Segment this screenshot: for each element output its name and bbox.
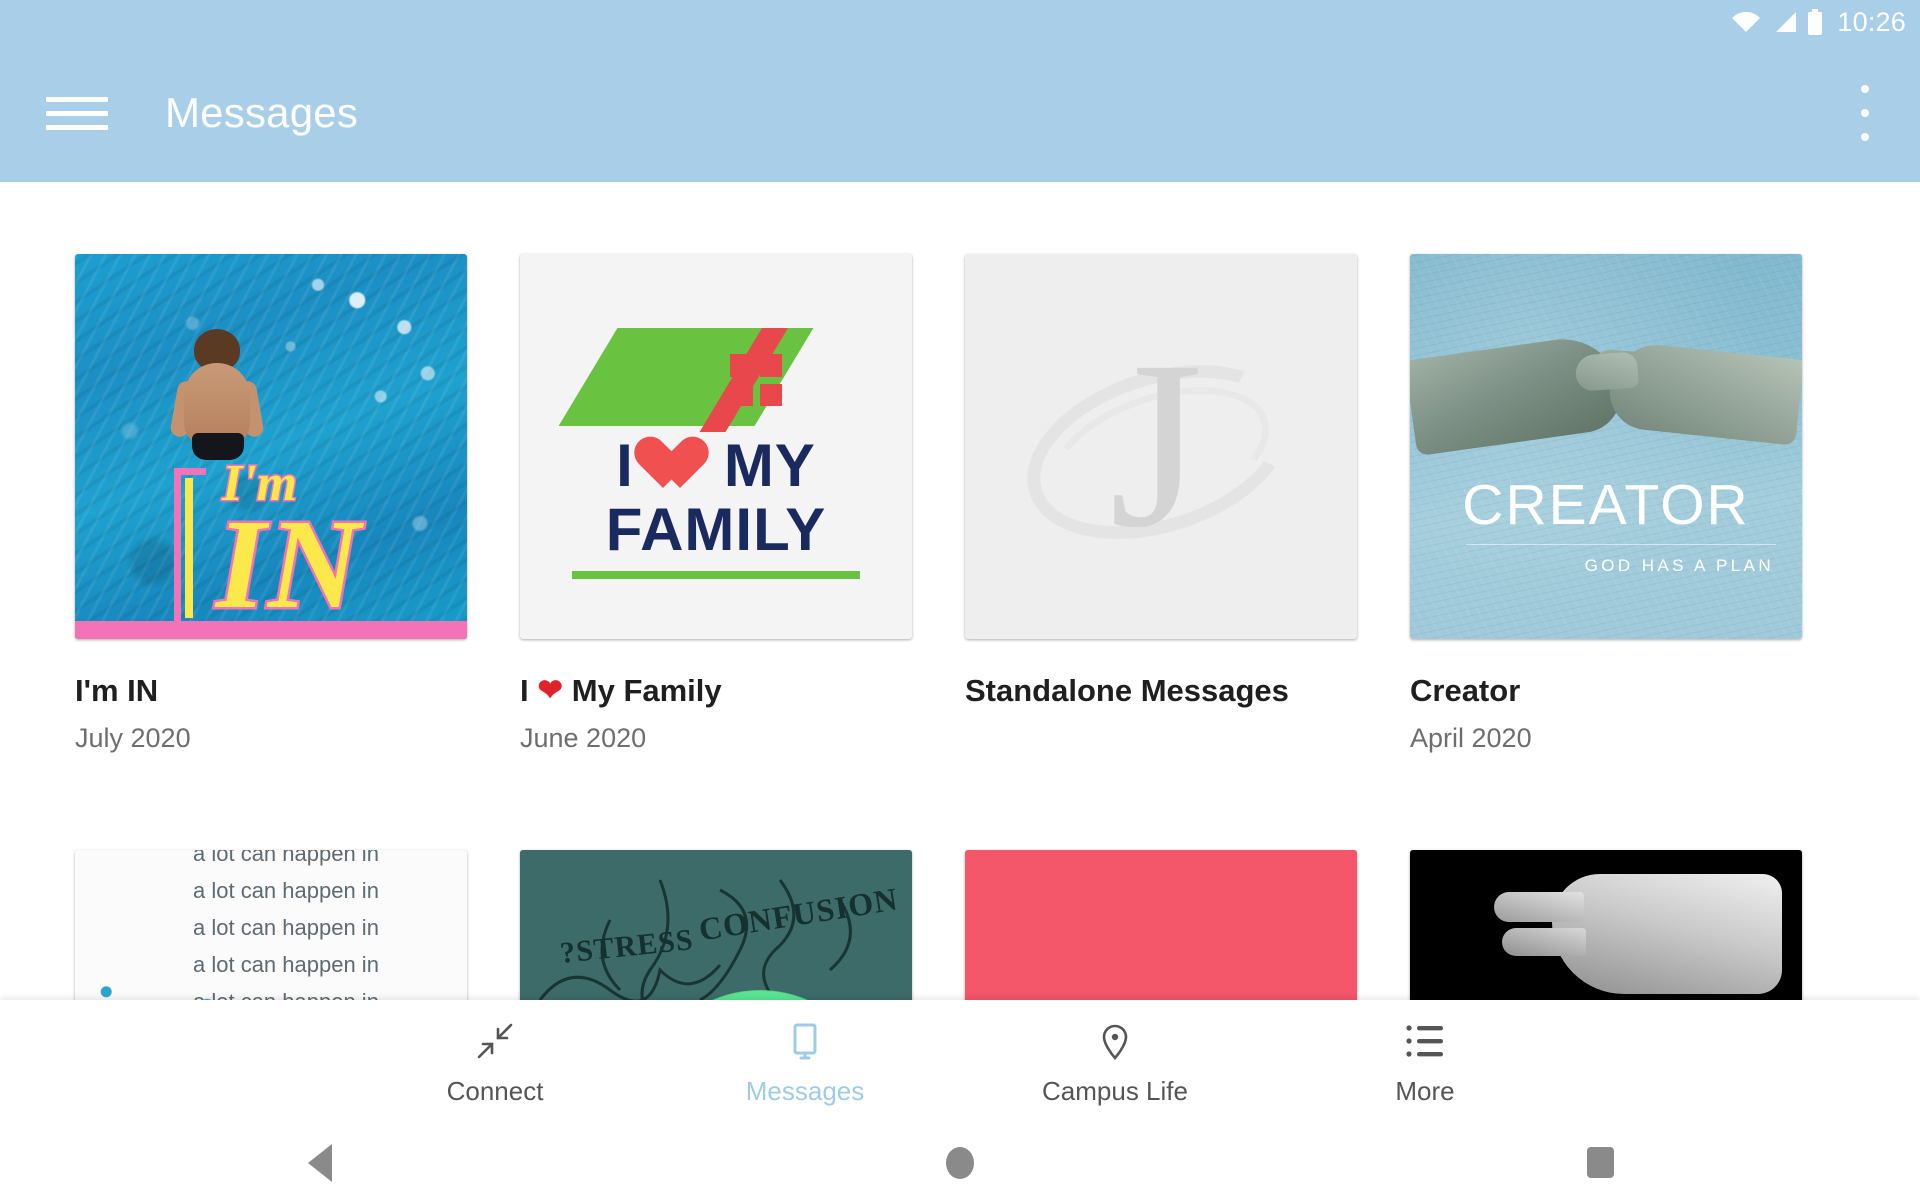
thumbnail-subhead: GOD HAS A PLAN: [1584, 556, 1774, 575]
tab-label: Connect: [446, 1076, 544, 1106]
divider: [1466, 544, 1776, 545]
message-thumbnail-creator[interactable]: CREATOR GOD HAS A PLAN: [1410, 254, 1802, 639]
heart-icon: [648, 438, 710, 494]
messages-scroll-area[interactable]: I'm IN I'm IN July 2020 I MY FAMILY I ❤ …: [0, 182, 1920, 1000]
message-thumbnail-my-family[interactable]: I MY FAMILY: [520, 254, 912, 639]
tab-label: More: [1395, 1076, 1455, 1106]
monitor-icon: [784, 1018, 826, 1064]
message-card[interactable]: I'm IN I'm IN July 2020: [75, 254, 467, 754]
paint-splatter-graphic: [81, 950, 291, 1000]
swimmer-figure: [169, 329, 265, 464]
message-card-title: I ❤ My Family: [520, 673, 912, 709]
list-icon: [1405, 1018, 1445, 1064]
status-bar: 10:26: [0, 0, 1920, 44]
watermark-letter-wrap: J: [965, 254, 1357, 639]
message-card-date: July 2020: [75, 723, 191, 753]
app-bar: Messages: [0, 44, 1920, 182]
message-card[interactable]: ?STRESS CONFUSION: [520, 850, 912, 1000]
message-card[interactable]: CREATOR GOD HAS A PLAN Creator April 202…: [1410, 254, 1802, 754]
tab-label: Messages: [745, 1076, 865, 1106]
repeated-line: a lot can happen in: [193, 877, 379, 903]
repeated-line: a lot can happen in: [193, 850, 379, 866]
message-card[interactable]: I MY FAMILY I ❤ My Family June 2020: [520, 254, 912, 754]
hamburger-menu-icon[interactable]: [46, 89, 108, 137]
tab-label: Campus Life: [1042, 1076, 1188, 1106]
location-pin-icon: [1095, 1018, 1135, 1064]
messages-grid-row-1: I'm IN I'm IN July 2020 I MY FAMILY I ❤ …: [0, 182, 1920, 754]
house-roof-graphic: [558, 314, 866, 432]
message-thumbnail-im-in[interactable]: I'm IN: [75, 254, 467, 639]
hand-graphic: [1494, 874, 1782, 994]
overlay-big-text: IN: [213, 493, 363, 635]
message-card-title-text: Creator: [1410, 673, 1521, 708]
cellular-signal-icon: [1771, 11, 1797, 33]
message-thumbnail-whats[interactable]: WHAT'S: [1410, 850, 1802, 1000]
pink-accent-bar: [75, 621, 467, 639]
heart-icon: ❤: [537, 674, 563, 707]
message-thumbnail-red[interactable]: [965, 850, 1357, 1000]
message-thumbnail-stress-confusion[interactable]: ?STRESS CONFUSION: [520, 850, 912, 1000]
message-card-title: Standalone Messages: [965, 673, 1357, 709]
home-circle-icon[interactable]: [900, 1125, 1020, 1200]
logo-line1-right: MY: [723, 432, 816, 499]
status-time: 10:26: [1837, 6, 1906, 37]
message-card[interactable]: a lot can happen in a lot can happen in …: [75, 850, 467, 1000]
logo-line2: FAMILY: [605, 496, 827, 563]
repeated-line: a lot can happen in: [193, 914, 379, 940]
wifi-icon: [1731, 11, 1761, 33]
message-thumbnail-a-lot-can-happen[interactable]: a lot can happen in a lot can happen in …: [75, 850, 467, 1000]
bracket-decoration: [174, 468, 206, 628]
message-thumbnail-standalone[interactable]: J: [965, 254, 1357, 639]
green-underline: [572, 571, 860, 579]
message-card-title-prefix: I: [520, 673, 529, 708]
thumbnail-headline: CREATOR: [1462, 473, 1750, 537]
message-card[interactable]: WHAT'S: [1410, 850, 1802, 1000]
tab-campus-life[interactable]: Campus Life: [960, 1000, 1270, 1125]
message-card-title: I'm IN: [75, 673, 467, 709]
watermark-letter: J: [1109, 310, 1203, 577]
message-card-title-text: I'm IN: [75, 673, 159, 708]
message-card[interactable]: J Standalone Messages: [965, 254, 1357, 754]
page-title: Messages: [165, 89, 359, 136]
back-triangle-icon[interactable]: [260, 1125, 380, 1200]
bottom-tab-bar: Connect Messages Campus Life More: [0, 1000, 1920, 1125]
message-card-title-suffix: My Family: [571, 673, 722, 708]
connect-arrows-icon: [475, 1018, 515, 1064]
message-card-title: Creator: [1410, 673, 1802, 709]
message-card-title-text: Standalone Messages: [965, 673, 1289, 708]
battery-icon: [1807, 9, 1823, 35]
message-card[interactable]: [965, 850, 1357, 1000]
message-card-date: April 2020: [1410, 723, 1532, 753]
recent-square-icon[interactable]: [1540, 1125, 1660, 1200]
overflow-menu-icon[interactable]: [1858, 85, 1872, 141]
thumbnail-overlay-text: I'm IN: [170, 454, 467, 639]
tab-connect[interactable]: Connect: [340, 1000, 650, 1125]
tab-more[interactable]: More: [1270, 1000, 1580, 1125]
messages-grid-row-2: a lot can happen in a lot can happen in …: [0, 850, 1920, 1000]
logo-line1-left: I: [616, 432, 634, 499]
message-card-date: June 2020: [520, 723, 647, 753]
tab-messages[interactable]: Messages: [650, 1000, 960, 1125]
android-navigation-bar: [0, 1125, 1920, 1200]
window-grid-graphic: [730, 354, 782, 406]
